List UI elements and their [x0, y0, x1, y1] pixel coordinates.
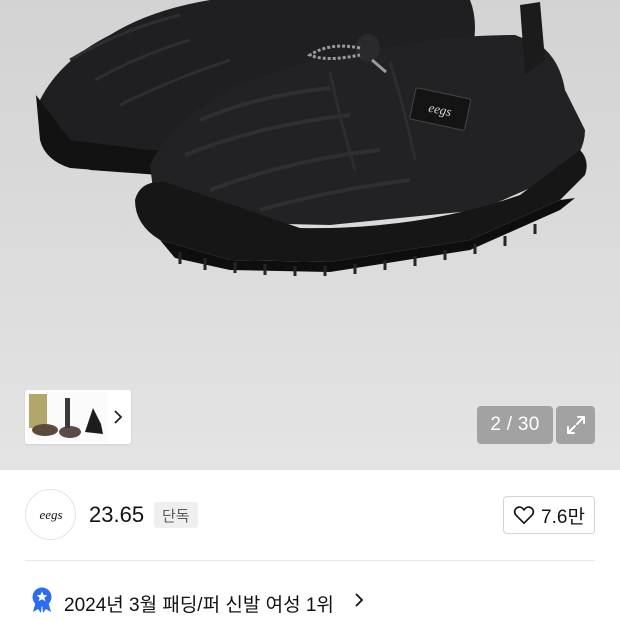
like-button[interactable]: 7.6만 [503, 496, 595, 534]
image-counter: 2 / 30 [477, 406, 553, 444]
ranking-text: 2024년 3월 패딩/퍼 신발 여성 1위 [64, 595, 334, 616]
chevron-right-icon [355, 593, 364, 607]
brand-row: eegs 23.65 단독 7.6만 [0, 470, 620, 560]
thumbnail-next-icon[interactable] [107, 410, 129, 424]
expand-icon[interactable] [556, 406, 595, 444]
divider [25, 560, 595, 561]
svg-text:eegs: eegs [39, 507, 62, 522]
exclusive-badge: 단독 [154, 502, 198, 528]
heart-outline-icon [513, 506, 535, 524]
like-count: 7.6만 [541, 506, 585, 528]
brand-logo[interactable]: eegs [25, 489, 76, 540]
color-variants-thumbnail[interactable] [27, 392, 107, 442]
brand-name[interactable]: 23.65 [89, 502, 144, 528]
brand-logo-mark: eegs [39, 507, 62, 522]
ranking-row[interactable]: 2024년 3월 패딩/퍼 신발 여성 1위 [0, 580, 620, 620]
color-thumbnail-strip[interactable] [25, 390, 131, 444]
award-ribbon-icon [32, 587, 52, 613]
product-image[interactable]: eegs 2 / 30 [0, 0, 620, 470]
